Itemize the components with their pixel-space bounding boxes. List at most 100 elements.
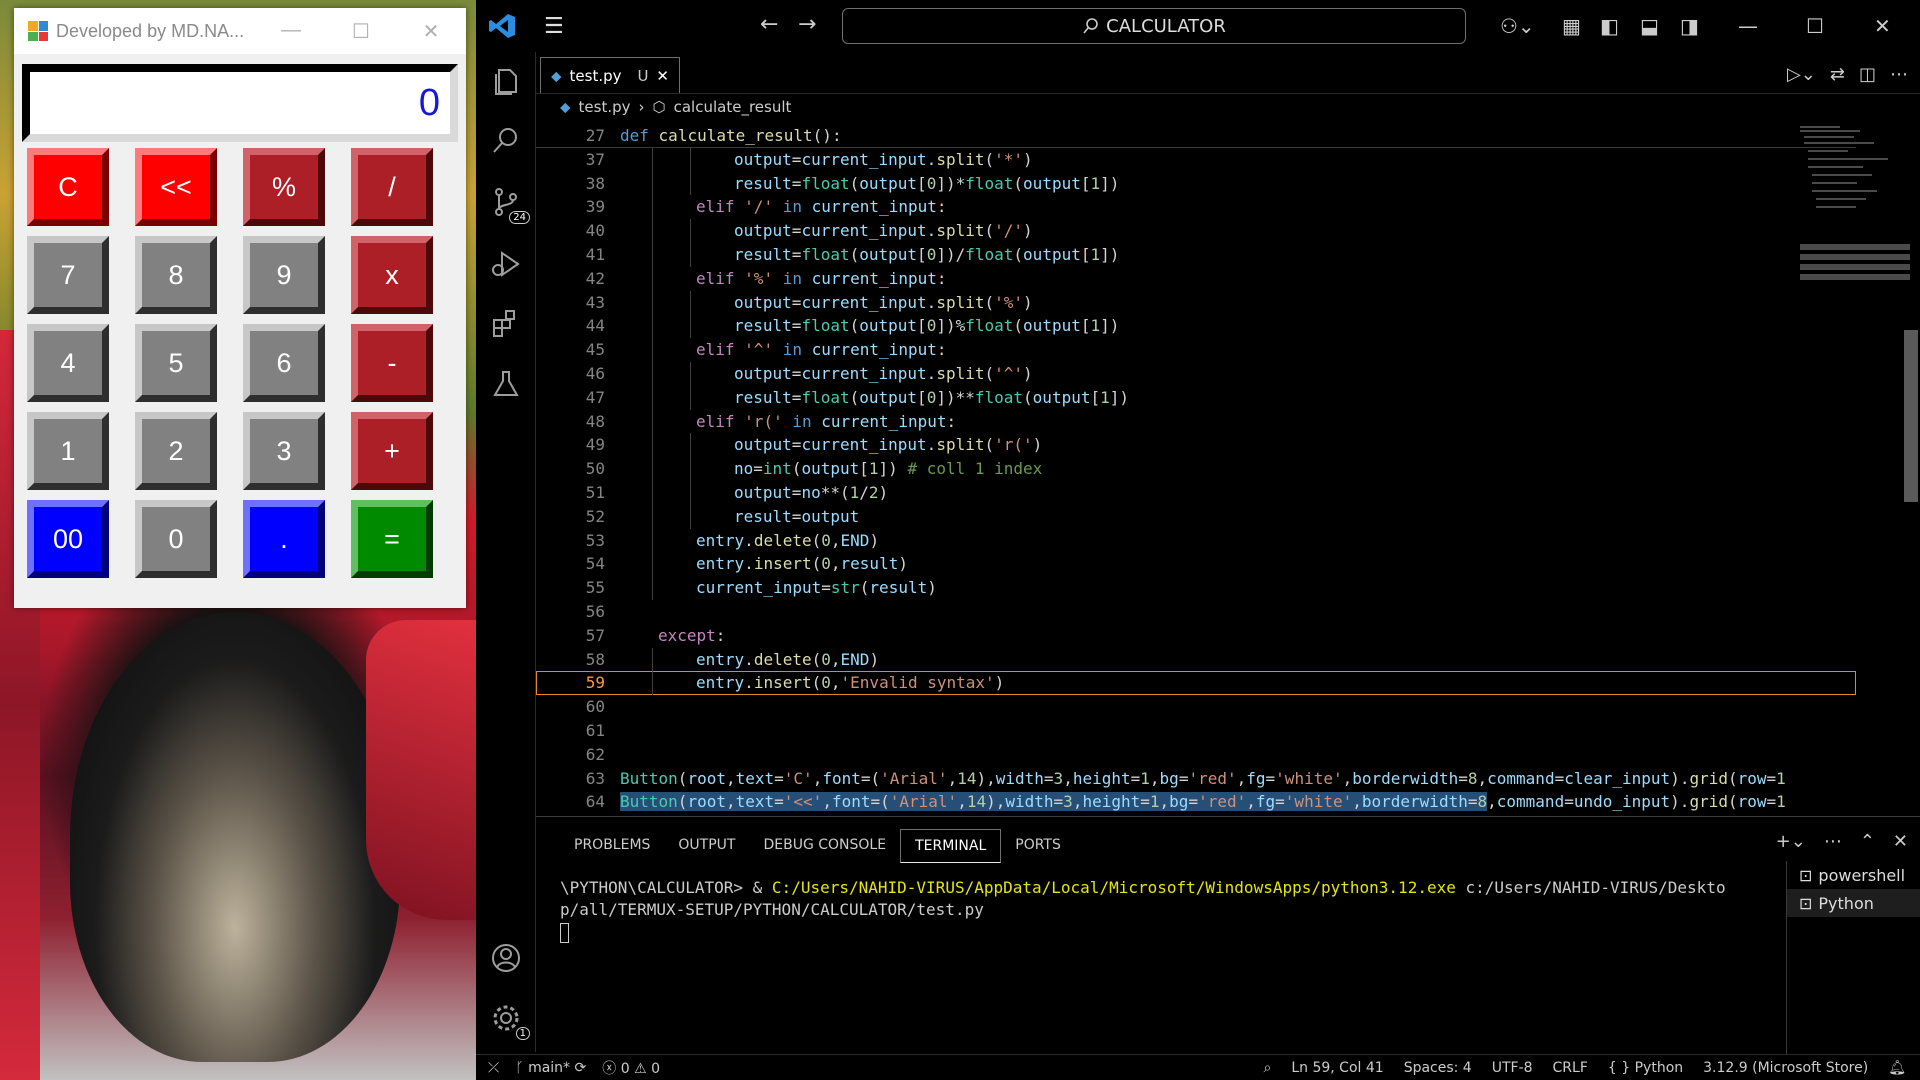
code-line[interactable]: 56 (536, 600, 1856, 624)
code-line[interactable]: 61 (536, 719, 1856, 743)
code-line[interactable]: 43 output=current_input.split('%') (536, 290, 1856, 315)
toggle-sidebar-icon[interactable]: ◧ (1600, 14, 1619, 38)
calc-key[interactable]: 8 (135, 236, 217, 314)
calc-key[interactable]: x (351, 236, 433, 314)
more-actions-icon[interactable]: ⋯ (1824, 831, 1842, 852)
code-line[interactable]: 50 no=int(output[1]) # coll 1 index (536, 457, 1856, 481)
maximize-icon[interactable]: ☐ (326, 19, 396, 44)
source-control-icon[interactable]: 24 (490, 186, 530, 224)
calc-key[interactable]: 5 (135, 324, 217, 402)
back-arrow-icon[interactable]: ← (760, 12, 778, 37)
code-line[interactable]: 54 entry.insert(0,result) (536, 552, 1856, 577)
copilot-icon[interactable]: ⚇⌄ (1500, 14, 1535, 38)
calc-key[interactable]: . (243, 500, 325, 578)
forward-arrow-icon[interactable]: → (798, 12, 816, 37)
code-line[interactable]: 37 output=current_input.split('*') (536, 147, 1856, 172)
code-line[interactable]: 27 def calculate_result(): (536, 124, 1856, 148)
notifications-bell-icon[interactable]: 🔔︎ (1888, 1060, 1906, 1076)
encoding[interactable]: UTF-8 (1492, 1060, 1533, 1076)
calculator-titlebar[interactable]: Developed by MD.NA... — ☐ ✕ (14, 8, 466, 54)
code-line[interactable]: 63 Button(root,text='C',font=('Arial',14)… (536, 767, 1856, 791)
code-line[interactable]: 47 result=float(output[0])**float(output[… (536, 385, 1856, 410)
calc-key[interactable]: 6 (243, 324, 325, 402)
breadcrumb-symbol[interactable]: calculate_result (674, 98, 792, 116)
close-icon[interactable]: ✕ (396, 19, 466, 44)
calc-key[interactable]: 9 (243, 236, 325, 314)
code-line[interactable]: 53 entry.delete(0,END) (536, 528, 1856, 553)
terminal-item-powershell[interactable]: ⊡ powershell (1787, 861, 1920, 889)
terminal-output[interactable]: \PYTHON\CALCULATOR> & C:/Users/NAHID-VIR… (560, 877, 1740, 943)
tab-ports[interactable]: PORTS (1001, 829, 1075, 863)
layout-customize-icon[interactable]: ▦ (1562, 14, 1581, 38)
run-debug-icon[interactable] (490, 248, 522, 280)
tab-test-py[interactable]: ⬥ test.py U ✕ (540, 57, 680, 93)
code-line[interactable]: 58 entry.delete(0,END) (536, 647, 1856, 672)
calc-key[interactable]: 1 (27, 412, 109, 490)
breadcrumb-file[interactable]: test.py (579, 98, 631, 116)
code-line[interactable]: 49 output=current_input.split('r(') (536, 433, 1856, 458)
close-panel-icon[interactable]: ✕ (1893, 831, 1908, 852)
minimap[interactable] (1790, 124, 1910, 314)
code-line[interactable]: 46 output=current_input.split('^') (536, 361, 1856, 386)
terminal-item-python[interactable]: ⊡ Python (1787, 889, 1920, 917)
tab-debug-console[interactable]: DEBUG CONSOLE (749, 829, 900, 863)
indentation[interactable]: Spaces: 4 (1404, 1060, 1472, 1076)
calculator-display[interactable]: 0 (22, 64, 458, 142)
calc-key[interactable]: = (351, 500, 433, 578)
new-terminal-icon[interactable]: +⌄ (1776, 831, 1806, 852)
manage-gear-icon[interactable]: 1 (490, 1002, 530, 1040)
compare-changes-icon[interactable]: ⇄ (1830, 64, 1845, 85)
remote-icon[interactable]: ⤫ (488, 1060, 499, 1076)
code-line[interactable]: 45 elif '^' in current_input: (536, 338, 1856, 362)
extensions-icon[interactable] (490, 308, 522, 340)
menu-icon[interactable]: ☰ (544, 14, 564, 39)
code-line[interactable]: 41 result=float(output[0])/float(output[1… (536, 242, 1856, 267)
calc-key[interactable]: 3 (243, 412, 325, 490)
calc-key[interactable]: C (27, 148, 109, 226)
calc-key[interactable]: 0 (135, 500, 217, 578)
search-icon[interactable] (490, 124, 522, 156)
window-minimize-icon[interactable]: — (1738, 14, 1758, 38)
code-line[interactable]: 62 (536, 743, 1856, 767)
code-line[interactable]: 48 elif 'r(' in current_input: (536, 409, 1856, 434)
code-line[interactable]: 60 (536, 695, 1856, 719)
problems-indicator[interactable]: ⓧ 0 ⚠ 0 (602, 1058, 660, 1078)
toggle-panel-icon[interactable]: ⬓ (1640, 14, 1659, 38)
run-file-icon[interactable]: ▷⌄ (1787, 64, 1816, 85)
zoom-icon[interactable]: ⌕ (1264, 1060, 1272, 1076)
cursor-position[interactable]: Ln 59, Col 41 (1291, 1060, 1383, 1076)
code-line[interactable]: 59 entry.insert(0,'Envalid syntax') (536, 671, 1856, 696)
calc-key[interactable]: 4 (27, 324, 109, 402)
calc-key[interactable]: << (135, 148, 217, 226)
calc-key[interactable]: / (351, 148, 433, 226)
calc-key[interactable]: - (351, 324, 433, 402)
code-line[interactable]: 64 Button(root,text='<<',font=('Arial',14… (536, 790, 1856, 814)
code-line[interactable]: 39 elif '/' in current_input: (536, 195, 1856, 220)
code-editor[interactable]: 27 def calculate_result(): 37 output=curren… (536, 124, 1856, 816)
split-editor-icon[interactable]: ◫ (1859, 64, 1876, 85)
more-actions-icon[interactable]: ⋯ (1890, 64, 1908, 85)
tab-output[interactable]: OUTPUT (664, 829, 749, 863)
tab-problems[interactable]: PROBLEMS (560, 829, 664, 863)
calc-key[interactable]: 00 (27, 500, 109, 578)
editor-scrollbar[interactable] (1904, 330, 1918, 502)
language-mode[interactable]: { } Python (1608, 1060, 1683, 1076)
code-line[interactable]: 42 elif '%' in current_input: (536, 266, 1856, 291)
calc-key[interactable]: % (243, 148, 325, 226)
maximize-panel-icon[interactable]: ⌃ (1860, 831, 1875, 852)
branch-indicator[interactable]: ᚴ main* ⟳ (515, 1060, 586, 1076)
tab-close-icon[interactable]: ✕ (656, 67, 669, 85)
calc-key[interactable]: + (351, 412, 433, 490)
toggle-secondary-sidebar-icon[interactable]: ◨ (1680, 14, 1699, 38)
code-line[interactable]: 55 current_input=str(result) (536, 576, 1856, 600)
code-line[interactable]: 52 result=output (536, 504, 1856, 529)
accounts-icon[interactable] (490, 942, 522, 974)
explorer-icon[interactable] (490, 66, 522, 98)
tab-terminal[interactable]: TERMINAL (900, 829, 1002, 863)
code-line[interactable]: 44 result=float(output[0])%float(output[1… (536, 314, 1856, 339)
minimize-icon[interactable]: — (256, 19, 326, 44)
code-line[interactable]: 57 except: (536, 624, 1856, 648)
testing-icon[interactable] (490, 368, 522, 400)
window-maximize-icon[interactable]: ☐ (1806, 14, 1824, 38)
calc-key[interactable]: 2 (135, 412, 217, 490)
